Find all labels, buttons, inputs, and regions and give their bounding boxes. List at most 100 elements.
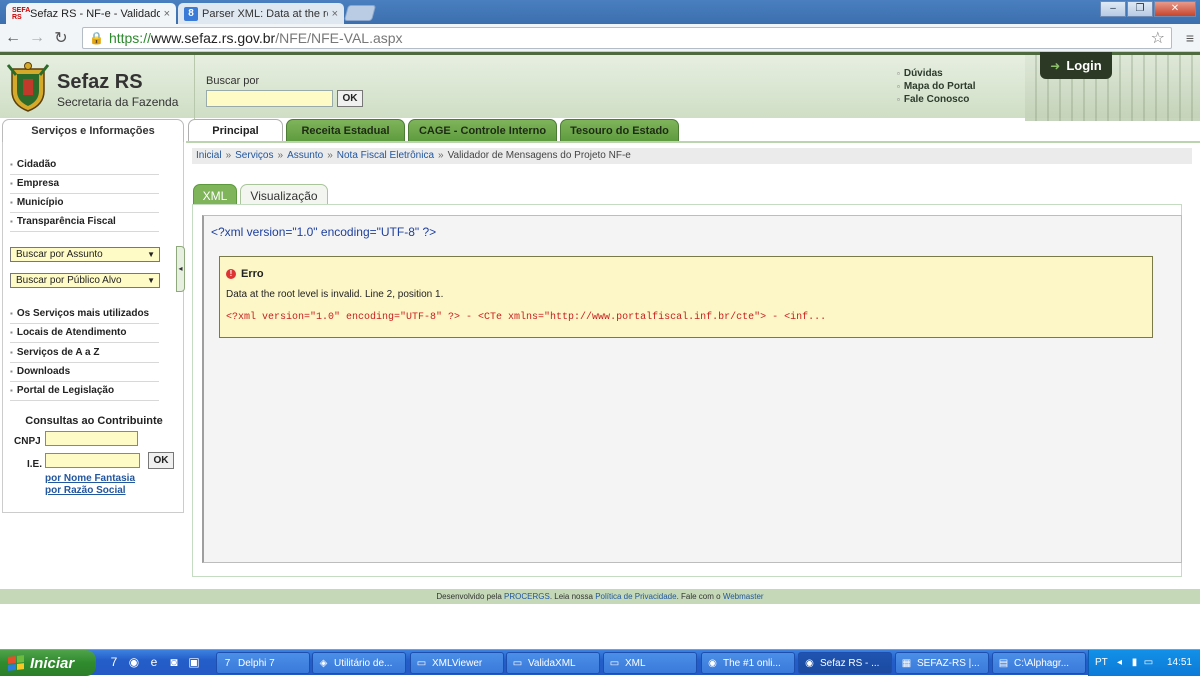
site-subtitle: Secretaria da Fazenda [57,95,179,109]
close-window-button[interactable]: ✕ [1154,1,1196,17]
close-tab-icon[interactable]: × [332,8,338,20]
task-utilitario[interactable]: ◈ Utilitário de... [312,652,406,674]
forward-icon[interactable]: → [26,29,48,47]
razao-social-link[interactable]: por Razão Social [45,485,126,496]
buscar-assunto-select[interactable]: Buscar por Assunto ▼ [10,247,160,262]
task-chrome-sefaz[interactable]: ◉ Sefaz RS - ... [798,652,892,674]
sidebar-item-locais-atendimento[interactable]: Locais de Atendimento [10,324,159,343]
chevron-down-icon: ▼ [147,276,155,285]
fale-conosco-link[interactable]: Fale Conosco [897,93,976,106]
chrome-icon: ◉ [708,657,717,669]
chrome-quicklaunch-icon[interactable]: ◉ [126,654,142,670]
browser-tab-title: Sefaz RS - NF-e - Validador d [30,7,160,20]
breadcrumb-inicial[interactable]: Inicial [196,150,222,161]
footer-prefix: Desenvolvido pela [436,592,502,601]
search-label: Buscar por [206,75,260,87]
task-sefaz-rs[interactable]: ▦ SEFAZ-RS |... [895,652,989,674]
sidebar-item-servicos-utilizados[interactable]: Os Serviços mais utilizados [10,305,159,324]
task-chrome-1[interactable]: ◉ The #1 onli... [701,652,795,674]
login-button[interactable]: ➜ Login [1040,52,1112,79]
procergs-link[interactable]: PROCERGS [504,592,550,601]
sidebar-item-empresa[interactable]: Empresa [10,175,159,194]
minimize-button[interactable]: – [1100,1,1126,17]
tray-monitor-icon[interactable]: ▭ [1143,656,1154,669]
folder-icon: ▭ [416,657,427,669]
select-value: Buscar por Assunto [16,249,103,260]
tab-cage-controle-interno[interactable]: CAGE - Controle Interno [408,119,557,142]
task-alphagr[interactable]: ▤ C:\Alphagr... [992,652,1086,674]
maximize-button[interactable]: ❐ [1127,1,1153,17]
browser-tabstrip: SEFARS Sefaz RS - NF-e - Validador d × 8… [0,0,1200,24]
browser-tab-sefaz[interactable]: SEFARS Sefaz RS - NF-e - Validador d × [6,3,176,24]
app-quicklaunch-icon[interactable]: ◙ [166,654,182,670]
ie-label: I.E. [27,459,43,470]
sidebar-item-downloads[interactable]: Downloads [10,363,159,382]
breadcrumb-current: Validador de Mensagens do Projeto NF-e [447,150,631,161]
cnpj-field[interactable] [45,431,138,446]
ie-field[interactable] [45,453,140,468]
address-bar[interactable]: 🔒 https:// www.sefaz.rs.gov.br /NFE/NFE-… [82,27,1172,49]
task-label: C:\Alphagr... [1014,657,1070,669]
breadcrumb-servicos[interactable]: Serviços [235,150,273,161]
windows-taskbar: Iniciar 7 ◉ e ◙ ▣ 7 Delphi 7 ◈ Utilitário … [0,649,1200,676]
tab-principal[interactable]: Principal [188,119,283,142]
close-tab-icon[interactable]: × [164,8,170,20]
tab-servicos-informacoes[interactable]: Serviços e Informações [2,119,184,142]
cnpj-label: CNPJ [14,436,41,447]
folder-quicklaunch-icon[interactable]: ▣ [186,654,202,670]
webmaster-link[interactable]: Webmaster [723,592,764,601]
browser-tab-title: Parser XML: Data at the root [202,7,328,20]
task-label: ValidaXML [528,657,576,669]
sidebar-item-cidadao[interactable]: Cidadão [10,156,159,175]
sidebar-item-portal-legislacao[interactable]: Portal de Legislação [10,382,159,401]
error-icon: ! [226,269,236,279]
ie-quicklaunch-icon[interactable]: e [146,654,162,670]
sidebar-item-transparencia[interactable]: Transparência Fiscal [10,213,159,232]
tray-arrow-icon[interactable]: ◂ [1114,656,1125,669]
task-delphi[interactable]: 7 Delphi 7 [216,652,310,674]
browser-tab-parser[interactable]: 8 Parser XML: Data at the root × [178,3,344,24]
new-tab-button[interactable] [343,5,377,21]
delphi-quicklaunch-icon[interactable]: 7 [106,654,122,670]
sidebar-item-servicos-a-z[interactable]: Serviços de A a Z [10,344,159,363]
consulta-ok-button[interactable]: OK [148,452,174,469]
task-xmlviewer[interactable]: ▭ XMLViewer [410,652,504,674]
footer-read: . Leia nossa [549,592,593,601]
back-icon[interactable]: ← [2,29,24,47]
start-button[interactable]: Iniciar [0,650,96,676]
nome-fantasia-link[interactable]: por Nome Fantasia [45,473,135,484]
task-xml-folder[interactable]: ▭ XML [603,652,697,674]
language-indicator[interactable]: PT [1095,657,1108,668]
task-label: Sefaz RS - ... [820,657,880,669]
error-code-snippet: <?xml version="1.0" encoding="UTF-8" ?> … [226,312,827,323]
breadcrumb-nfe[interactable]: Nota Fiscal Eletrônica [337,150,434,161]
task-validaxml[interactable]: ▭ ValidaXML [506,652,600,674]
sidebar-item-municipio[interactable]: Município [10,194,159,213]
tray-app-icon[interactable]: ▮ [1129,656,1140,669]
privacy-link[interactable]: Política de Privacidade [595,592,676,601]
site-name[interactable]: Sefaz RS [57,71,143,94]
mapa-do-portal-link[interactable]: Mapa do Portal [897,80,976,93]
folder-icon: ▭ [609,657,620,669]
duvidas-link[interactable]: Dúvidas [897,67,976,80]
task-label: The #1 onli... [723,657,781,669]
search-ok-button[interactable]: OK [337,90,363,107]
clock[interactable]: 14:51 [1167,657,1192,668]
header-divider [194,55,195,121]
tab-xml[interactable]: XML [193,184,237,206]
window-controls: – ❐ ✕ [1100,1,1196,17]
search-input[interactable] [206,90,333,107]
bookmark-star-icon[interactable]: ☆ [1151,28,1165,48]
buscar-publico-select[interactable]: Buscar por Público Alvo ▼ [10,273,160,288]
tab-tesouro-do-estado[interactable]: Tesouro do Estado [560,119,679,142]
tab-visualizacao[interactable]: Visualização [240,184,328,206]
browser-menu-icon[interactable]: ≡ [1186,30,1194,46]
login-label: Login [1066,58,1102,73]
breadcrumb-assunto[interactable]: Assunto [287,150,323,161]
reload-icon[interactable]: ↻ [50,28,72,48]
app-icon: ◈ [319,657,328,669]
tab-receita-estadual[interactable]: Receita Estadual [286,119,405,142]
xml-declaration: <?xml version="1.0" encoding="UTF-8" ?> [211,225,437,239]
sidebar-collapse-handle[interactable]: ◂ [176,246,185,292]
rs-coat-of-arms-icon[interactable] [6,61,50,113]
